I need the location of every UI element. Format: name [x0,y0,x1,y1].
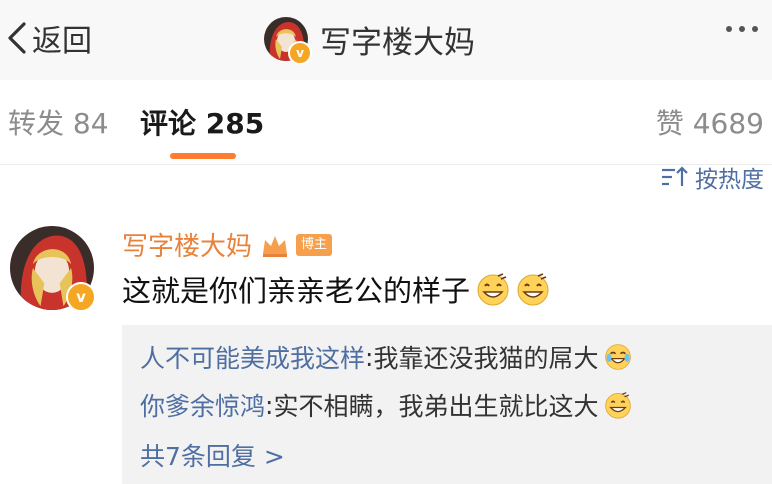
laugh-cry-emoji-icon [605,344,632,370]
nav-bar: 返回 v 写字楼大妈 [0,0,772,81]
comment-avatar[interactable]: v [10,226,96,312]
verified-badge: v [66,282,96,312]
comment-text: 这就是你们亲亲老公的样子 [122,268,550,310]
reply-separator: : [265,390,274,420]
tab-comment[interactable]: 评论 285 [140,102,264,142]
grin-emoji-icon [477,273,509,306]
back-label: 返回 [32,24,92,59]
crown-icon [263,235,288,257]
reply-text: 实不相瞒，我弟出生就比这大 [273,392,599,421]
sort-icon [662,166,688,186]
tab-repost[interactable]: 转发 84 [8,102,109,142]
reply-item: 人不可能美成我这样 : 我靠还没我猫的屌大 [140,339,632,375]
more-replies-link[interactable]: 共7条回复 > [140,437,285,473]
comment-body: 这就是你们亲亲老公的样子 [122,274,471,308]
tab-bar: 转发 84 评论 285 赞 4689 [0,80,772,165]
reply-user[interactable]: 人不可能美成我这样 [140,339,365,375]
ellipsis-icon [739,26,745,32]
host-badge: 博主 [296,233,333,256]
verified-badge: v [288,41,312,65]
avatar[interactable]: v [264,17,312,65]
grin-emoji-icon [517,273,549,306]
comment-author[interactable]: 写字楼大妈 [122,226,252,263]
more-button[interactable] [726,26,758,32]
title-text: 写字楼大妈 [320,24,475,61]
sort-label: 按热度 [695,167,764,193]
reply-separator: : [365,342,374,372]
replies-box: 人不可能美成我这样 : 我靠还没我猫的屌大 你爹余惊鸿 : 实不相瞒，我弟出生就… [122,325,772,484]
reply-item: 你爹余惊鸿 : 实不相瞒，我弟出生就比这大 [140,387,632,423]
grin-emoji-icon [605,392,632,419]
ellipsis-icon [726,26,732,32]
ellipsis-icon [752,26,758,32]
chevron-left-icon [8,22,26,54]
tab-like[interactable]: 赞 4689 [656,102,764,142]
reply-user[interactable]: 你爹余惊鸿 [140,387,265,423]
back-button[interactable]: 返回 [6,14,92,62]
sort-button[interactable]: 按热度 [661,160,764,194]
active-tab-indicator [170,153,236,159]
reply-text: 我靠还没我猫的屌大 [373,344,599,373]
comment-header: 写字楼大妈 博主 [122,226,333,263]
page-title: v 写字楼大妈 [264,11,475,67]
